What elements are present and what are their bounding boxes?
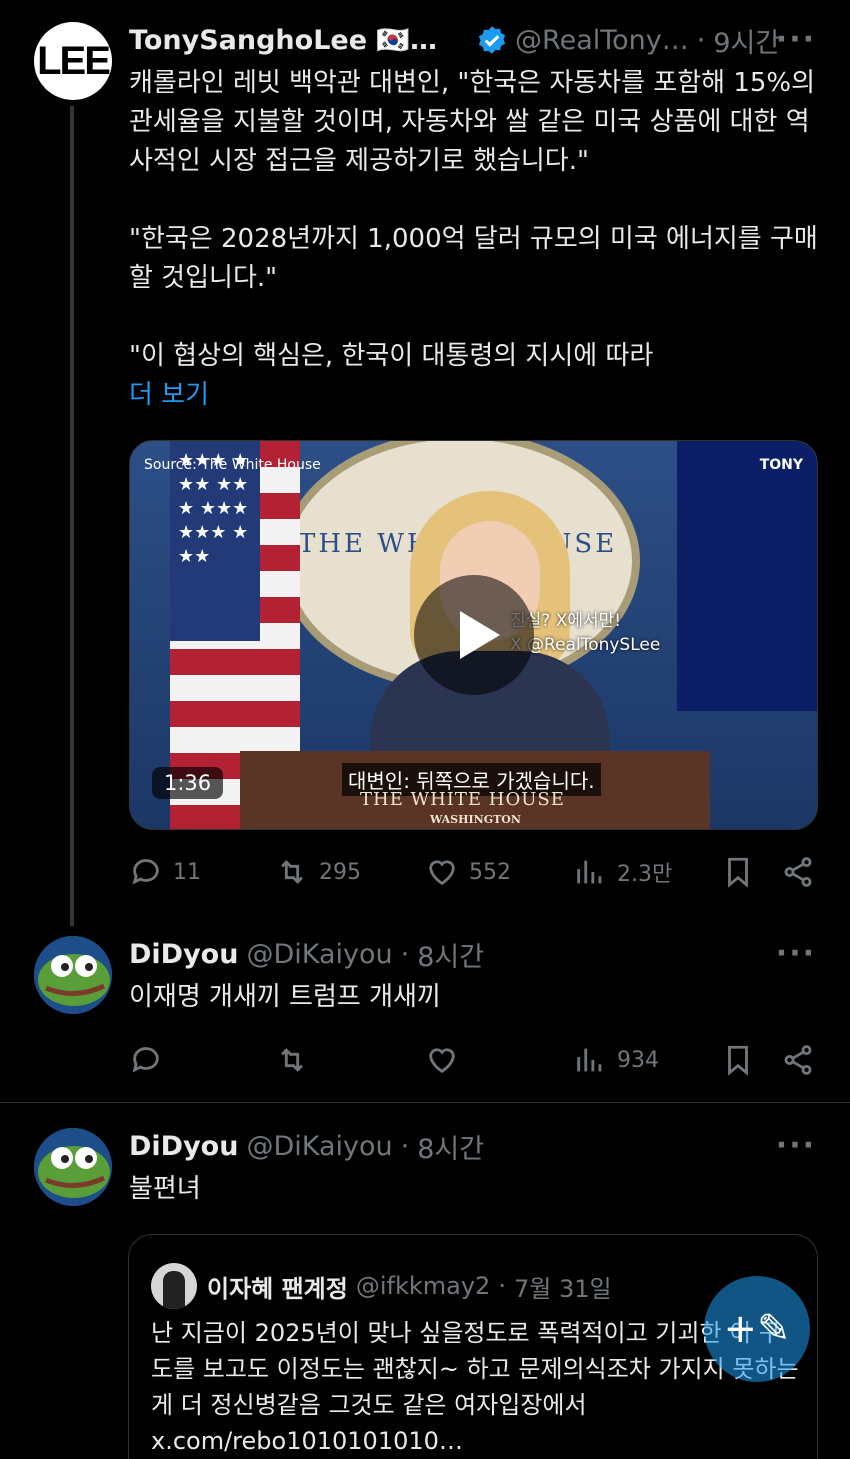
backdrop-panel	[677, 441, 817, 711]
separator-dot: ·	[696, 24, 706, 56]
video-player[interactable]: THE WHITE HOUSE ★★★ ★★★ ★★★ ★★★ ★★★ ★★★ …	[129, 440, 818, 830]
action-bar: 11 295 552 2.3만	[129, 852, 819, 892]
separator-dot: ·	[400, 938, 410, 970]
views-button[interactable]: 2.3만	[573, 852, 672, 892]
timestamp[interactable]: 8시간	[417, 1127, 484, 1166]
tweet-body: 캐롤라인 레빗 백악관 대변인, "한국은 자동차를 포함해 15%의 관세율을…	[129, 68, 818, 371]
video-source-label: Source: The White House	[144, 457, 321, 473]
bookmark-button[interactable]	[721, 852, 755, 892]
avatar[interactable]	[34, 936, 112, 1014]
tweet-header: DiDyou @DiKaiyou · 8시간	[129, 934, 484, 974]
more-options-icon[interactable]: ···	[776, 1128, 816, 1163]
views-icon	[577, 860, 602, 884]
more-options-icon[interactable]: ···	[776, 22, 816, 57]
tweet-body: 불편녀	[129, 1174, 201, 1204]
separator-dot: ·	[400, 1130, 410, 1162]
author-handle[interactable]: @RealTony…	[515, 25, 689, 56]
like-button[interactable]	[425, 1040, 459, 1080]
reply-icon	[132, 859, 159, 885]
timestamp[interactable]: 9시간	[713, 21, 780, 60]
video-duration: 1:36	[152, 767, 224, 799]
reply-button[interactable]	[129, 1040, 163, 1080]
pepe-avatar-icon	[34, 1128, 112, 1206]
avatar[interactable]	[34, 1128, 112, 1206]
author-handle[interactable]: @DiKaiyou	[246, 1131, 392, 1162]
views-count: 934	[617, 1047, 659, 1073]
bookmark-icon	[728, 1045, 748, 1076]
views-icon	[577, 1048, 602, 1072]
reply-button[interactable]: 11	[129, 852, 201, 892]
tweet-divider	[0, 1102, 850, 1103]
heart-icon	[429, 860, 455, 886]
share-icon	[784, 1045, 812, 1075]
repost-button[interactable]: 295	[275, 852, 361, 892]
play-icon[interactable]	[414, 575, 534, 695]
repost-icon	[281, 1048, 303, 1072]
tweet-header: TonySanghoLee 🇰🇷… @RealTony… · 9시간	[129, 20, 780, 60]
author-name[interactable]: TonySanghoLee 🇰🇷…	[129, 24, 437, 56]
share-button[interactable]	[781, 852, 815, 892]
views-count: 2.3만	[617, 862, 673, 887]
podium-subtext: WASHINGTON	[430, 813, 521, 826]
share-button[interactable]	[781, 1040, 815, 1080]
avatar-text: LEE	[37, 38, 111, 83]
show-more-link[interactable]: 더 보기	[129, 380, 209, 410]
repost-icon	[281, 860, 303, 884]
avatar[interactable]: LEE	[34, 22, 112, 100]
heart-icon	[429, 1048, 455, 1074]
timestamp[interactable]: 8시간	[417, 935, 484, 974]
reply-icon	[132, 1047, 159, 1073]
tweet-text: 캐롤라인 레빗 백악관 대변인, "한국은 자동차를 포함해 15%의 관세율을…	[129, 64, 829, 415]
compose-plus-icon: +✎	[723, 1306, 791, 1352]
tweet-header: DiDyou @DiKaiyou · 8시간	[129, 1126, 484, 1166]
quote-author-handle: @ifkkmay2	[355, 1272, 491, 1300]
tweet-body: 이재명 개새끼 트럼프 개새끼	[129, 982, 441, 1012]
quote-timestamp: 7월 31일	[513, 1274, 612, 1303]
quote-body: 난 지금이 2025년이 맞나 싶을정도로 폭력적이고 기괴한 이 구도를 보고…	[151, 1319, 799, 1455]
quote-header: 이자혜 팬계정 @ifkkmay2 · 7월 31일	[151, 1263, 612, 1309]
bookmark-icon	[728, 857, 748, 888]
separator-dot: ·	[498, 1272, 506, 1300]
bookmark-button[interactable]	[721, 1040, 755, 1080]
pepe-avatar-icon	[34, 936, 112, 1014]
repost-button[interactable]	[275, 1040, 309, 1080]
quote-avatar[interactable]	[151, 1263, 197, 1309]
author-name[interactable]: DiDyou	[129, 939, 238, 970]
podium-text: THE WHITE HOUSE	[360, 789, 565, 810]
thread-line	[70, 106, 74, 926]
share-icon	[784, 857, 812, 887]
action-bar: 934	[129, 1040, 819, 1080]
views-button[interactable]: 934	[573, 1040, 659, 1080]
more-options-icon[interactable]: ···	[776, 936, 816, 971]
author-handle[interactable]: @DiKaiyou	[246, 939, 392, 970]
quote-author-name: 이자혜 팬계정	[207, 1274, 348, 1303]
compose-button[interactable]: +✎	[704, 1276, 810, 1382]
verified-badge-icon	[477, 25, 507, 55]
like-button[interactable]: 552	[425, 852, 511, 892]
repost-count: 295	[319, 859, 361, 885]
author-name[interactable]: DiDyou	[129, 1131, 238, 1162]
reply-count: 11	[173, 859, 201, 885]
like-count: 552	[469, 859, 511, 885]
video-brand-label: TONY	[759, 457, 803, 473]
